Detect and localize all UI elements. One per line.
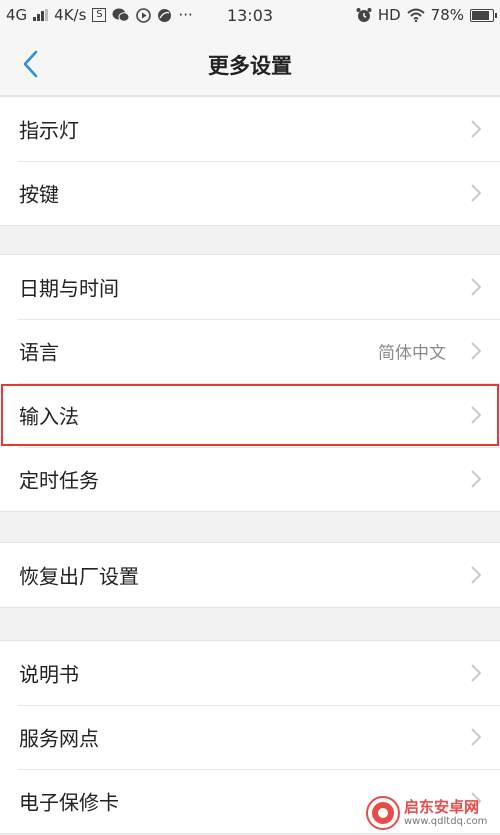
chevron-right-icon [471,120,482,138]
settings-item-language[interactable]: 语言 简体中文 [0,319,500,383]
chevron-right-icon [471,406,482,424]
nav-bar: 更多设置 [0,32,500,96]
settings-item-indicator-light[interactable]: 指示灯 [0,97,500,161]
chevron-right-icon [471,184,482,202]
settings-item-manual[interactable]: 说明书 [0,641,500,705]
settings-item-service-outlets[interactable]: 服务网点 [0,705,500,769]
watermark-url: www.qdltdq.com [404,815,488,827]
chevron-right-icon [471,278,482,296]
status-bar: 4G 4K/s S ··· 13:03 HD 78% [0,0,500,32]
settings-group-2: 日期与时间 语言 简体中文 输入法 定时任务 [0,254,500,512]
settings-group-3: 恢复出厂设置 [0,542,500,608]
settings-item-label: 日期与时间 [19,276,119,301]
watermark-logo-icon [366,796,400,830]
battery-percent: 78% [430,6,464,24]
hd-label: HD [377,6,401,24]
settings-item-label: 恢复出厂设置 [19,564,139,589]
settings-item-input-method[interactable]: 输入法 [0,383,500,447]
settings-item-label: 服务网点 [19,726,99,751]
settings-item-label: 指示灯 [19,118,79,143]
settings-item-keys[interactable]: 按键 [0,161,500,225]
watermark-name: 启东安卓网 [404,798,480,817]
battery-icon [470,8,497,22]
wifi-icon [406,8,425,22]
watermark-text: 启东安卓网 www.qdltdq.com [404,799,487,827]
settings-item-label: 语言 [19,340,59,365]
settings-item-factory-reset[interactable]: 恢复出厂设置 [0,543,500,607]
alarm-icon [356,8,372,22]
status-right: HD 78% [356,6,497,24]
settings-item-label: 说明书 [19,662,79,687]
settings-group-1: 指示灯 按键 [0,96,500,226]
settings-item-date-time[interactable]: 日期与时间 [0,255,500,319]
watermark: 启东安卓网 www.qdltdq.com [366,791,494,835]
settings-item-label: 定时任务 [19,468,99,493]
settings-item-scheduled-tasks[interactable]: 定时任务 [0,447,500,511]
settings-item-label: 按键 [19,182,59,207]
chevron-right-icon [471,664,482,682]
chevron-right-icon [471,342,482,360]
settings-item-label: 输入法 [19,404,79,429]
settings-list: 指示灯 按键 日期与时间 语言 简体中文 输入法 定时任务 恢复出厂设置 说明书… [0,96,500,834]
settings-item-label: 电子保修卡 [19,790,119,815]
chevron-right-icon [471,470,482,488]
chevron-right-icon [471,566,482,584]
page-title: 更多设置 [208,54,292,78]
chevron-right-icon [471,728,482,746]
settings-item-value: 简体中文 [378,343,446,364]
